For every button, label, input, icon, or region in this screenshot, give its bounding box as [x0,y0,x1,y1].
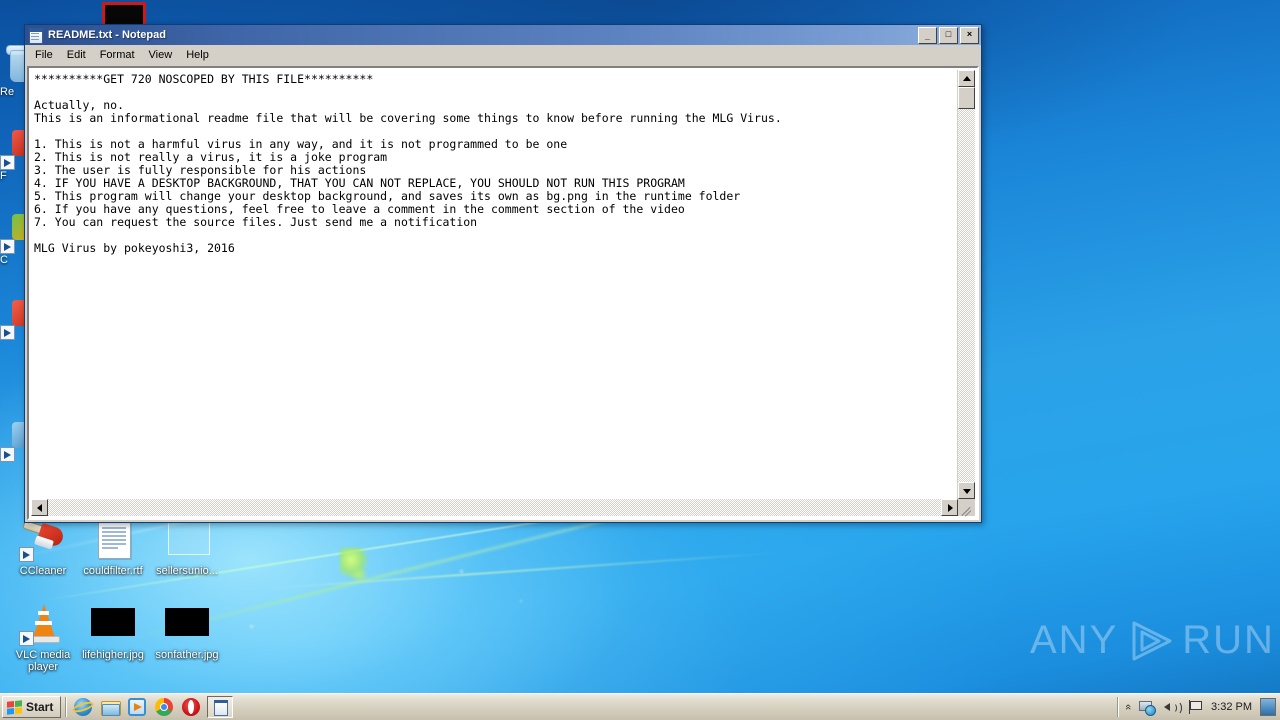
show-hidden-icons-chevron-icon[interactable]: « [1122,704,1134,710]
menu-item-help[interactable]: Help [179,47,216,63]
taskbar-divider [65,697,67,717]
desktop-icon-label: sonfather.jpg [155,649,219,661]
watermark-text-right: RUN [1182,618,1275,662]
opera-icon[interactable] [182,698,201,716]
scroll-up-arrow-icon[interactable] [958,70,975,87]
ccleaner-icon [19,518,67,562]
menu-item-view[interactable]: View [142,47,180,63]
shortcut-icon [0,126,24,170]
shortcut-icon [0,418,24,462]
desktop-icon-recycle-bin[interactable]: Re [0,42,24,98]
volume-icon[interactable] [1163,699,1183,715]
minimize-button[interactable]: _ [918,26,937,44]
taskbar[interactable]: Start « 3:32 PM [0,693,1280,720]
vertical-scrollbar-thumb[interactable] [958,87,975,109]
windows-explorer-icon[interactable] [101,698,122,716]
shortcut-icon [0,296,24,340]
wallpaper-leaf-glow [350,568,368,582]
notepad-icon [213,700,229,716]
notepad-title-text: README.txt - Notepad [48,29,166,41]
show-desktop-button[interactable] [1260,698,1276,716]
vertical-scrollbar[interactable] [957,70,975,499]
black-image-icon [89,602,137,646]
play-triangle-logo-icon [1126,619,1174,663]
anyrun-watermark: ANY RUN [1030,618,1275,663]
desktop-icon-partial[interactable]: C [0,210,24,266]
recycle-bin-icon [0,42,24,86]
notepad-icon [28,27,43,44]
rtf-document-icon [89,518,137,562]
start-button-label: Start [26,700,54,714]
taskbar-clock[interactable]: 3:32 PM [1211,701,1252,713]
notepad-text-content: **********GET 720 NOSCOPED BY THIS FILE*… [34,72,782,255]
desktop-icon-partial[interactable] [0,296,24,340]
desktop-icon-label: Re [0,86,15,98]
horizontal-scrollbar[interactable] [31,499,975,516]
minimize-icon: _ [924,30,930,41]
wallpaper-sparkle [460,570,463,573]
internet-explorer-icon[interactable] [74,698,93,716]
chrome-icon[interactable] [155,698,174,716]
notepad-text-area[interactable]: **********GET 720 NOSCOPED BY THIS FILE*… [31,70,958,499]
windows-flag-icon [7,699,22,715]
menu-item-edit[interactable]: Edit [60,47,93,63]
start-button[interactable]: Start [2,696,62,718]
system-tray[interactable]: « 3:32 PM [1116,694,1280,720]
desktop-icon-partial[interactable]: F [0,126,24,182]
watermark-text-left: ANY [1030,618,1119,662]
desktop-icon-label: sellersunio... [156,565,218,577]
desktop-icon-label: C [0,254,8,266]
wallpaper-sparkle [520,600,522,602]
notepad-text-frame: **********GET 720 NOSCOPED BY THIS FILE*… [27,66,979,520]
scroll-left-arrow-icon[interactable] [31,499,48,516]
desktop-icon-label: CCleaner [19,565,67,577]
desktop-icon-label: F [0,170,7,182]
desktop-screen: ANY RUN Re F C CCleaner couldfilter.rtf … [0,0,1280,720]
quick-launch-bar[interactable] [74,698,201,716]
desktop-icon-sonfather-jpg[interactable]: sonfather.jpg [150,602,224,661]
tray-divider [1116,697,1118,717]
blank-file-icon [163,518,211,562]
notepad-window[interactable]: README.txt - Notepad _ □ × File Edit For… [24,24,982,523]
resize-grip[interactable] [958,499,975,517]
desktop-icon-sellersunio[interactable]: sellersunio... [150,518,224,577]
desktop-icon-label: couldfilter.rtf [83,565,143,577]
desktop-icon-label: lifehigher.jpg [82,649,144,661]
wallpaper-sparkle [250,625,253,628]
desktop-icon-vlc-media-player[interactable]: VLC media player [6,602,80,673]
notepad-title-bar[interactable]: README.txt - Notepad _ □ × [25,25,981,45]
scroll-down-arrow-icon[interactable] [958,482,975,499]
notepad-taskbar-button[interactable] [207,696,234,718]
desktop-icon-couldfilter-rtf[interactable]: couldfilter.rtf [76,518,150,577]
close-icon: × [966,28,973,39]
scroll-right-arrow-icon[interactable] [941,499,958,516]
wallpaper-light-streak [259,551,779,590]
action-center-flag-icon[interactable] [1187,699,1203,715]
network-icon[interactable] [1139,699,1157,716]
maximize-button[interactable]: □ [939,26,958,44]
close-button[interactable]: × [960,26,979,44]
notepad-client-area: **********GET 720 NOSCOPED BY THIS FILE*… [27,66,979,520]
menu-item-file[interactable]: File [28,47,60,63]
black-image-icon [163,602,211,646]
desktop-icon-label: VLC media player [15,649,71,673]
media-player-icon[interactable] [128,698,147,716]
vlc-icon [19,602,67,646]
shortcut-icon [0,210,24,254]
maximize-icon: □ [945,28,952,39]
desktop-icon-lifehigher-jpg[interactable]: lifehigher.jpg [76,602,150,661]
desktop-icon-partial[interactable] [0,418,24,462]
desktop-icon-ccleaner[interactable]: CCleaner [6,518,80,577]
menu-item-format[interactable]: Format [93,47,142,63]
notepad-menu-bar[interactable]: File Edit Format View Help [25,45,981,65]
